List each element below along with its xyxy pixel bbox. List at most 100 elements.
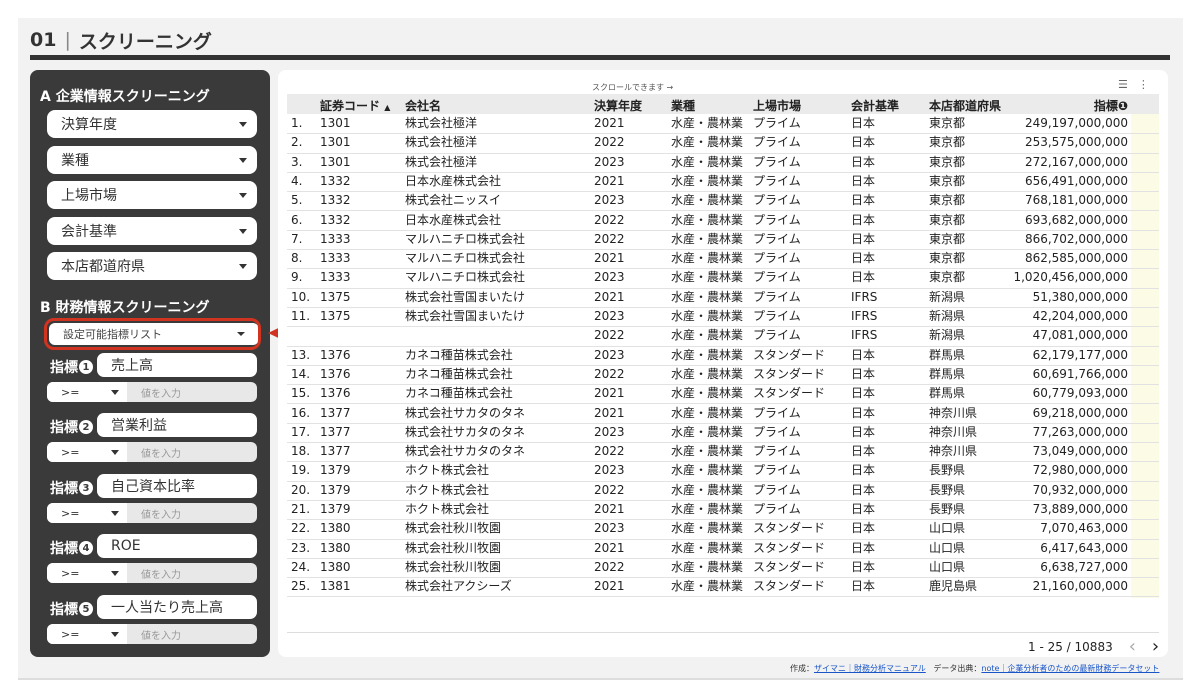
table-cell: 1375 xyxy=(320,309,351,323)
table-cell: 249,197,000,000 xyxy=(1024,116,1128,130)
metric-number: 4 xyxy=(79,541,93,555)
value-input[interactable]: 値を入力 xyxy=(127,506,181,521)
credit-source: データ出典： xyxy=(933,664,982,673)
table-cell: プライム xyxy=(753,502,801,516)
credit-source-link[interactable]: note｜企業分析者のための最新財務データセット xyxy=(981,664,1159,673)
table-cell: 日本 xyxy=(851,482,876,497)
table-cell: スタンダード xyxy=(753,386,826,401)
table-cell: 15. xyxy=(291,386,311,401)
column-header-metric[interactable]: 指標❶ xyxy=(1060,97,1128,114)
column-header[interactable]: 上場市場 xyxy=(753,97,801,114)
filter-settings-icon[interactable]: ☰ xyxy=(1118,78,1128,91)
value-input[interactable]: 値を入力 xyxy=(127,385,181,400)
table-cell: 13. xyxy=(291,347,311,362)
value-input[interactable]: 値を入力 xyxy=(127,627,181,642)
filter-dropdown[interactable]: 本店都道府県 xyxy=(47,252,257,280)
table-cell: ホクト株式会社 xyxy=(405,502,490,516)
table-cell: 19. xyxy=(291,463,311,478)
table-cell: 51,380,000,000 xyxy=(1032,289,1128,304)
table-cell: 日本 xyxy=(851,193,876,208)
filter-dropdown[interactable]: 決算年度 xyxy=(47,110,257,138)
metric-prefix: 指標 xyxy=(50,420,78,436)
metric-name-field[interactable]: 売上高 xyxy=(97,353,257,377)
table-cell: 1380 xyxy=(320,559,351,574)
table-cell: 1,020,456,000,000 xyxy=(1013,270,1128,285)
metric-name-field[interactable]: 営業利益 xyxy=(97,413,257,437)
metric-prefix: 指標 xyxy=(50,602,78,618)
table-cell: 2021 xyxy=(594,386,625,401)
table-cell: 1333 xyxy=(320,270,351,285)
filter-dropdown[interactable]: 業種 xyxy=(47,146,257,174)
column-header-label: 指標❶ xyxy=(1093,99,1128,113)
column-header[interactable]: 証券コード ▲ xyxy=(320,97,390,114)
title-divider xyxy=(30,55,1170,60)
more-options-icon[interactable]: ⋮ xyxy=(1138,78,1149,91)
column-header-label: 業種 xyxy=(671,99,696,113)
table-cell: 水産・農林業 xyxy=(671,270,744,285)
table-cell: 2021 xyxy=(594,289,625,304)
value-input[interactable]: 値を入力 xyxy=(127,566,181,581)
metric-label: 指標 5 xyxy=(50,599,93,619)
table-cell: 日本 xyxy=(851,212,876,227)
column-header[interactable]: 決算年度 xyxy=(594,97,642,114)
column-header[interactable]: 会社名 xyxy=(405,97,441,114)
table-cell: IFRS xyxy=(851,328,878,343)
next-page-icon[interactable]: › xyxy=(1152,636,1159,657)
table-cell: 1381 xyxy=(320,579,351,594)
filter-dropdown[interactable]: 会計基準 xyxy=(47,217,257,245)
table-cell: 70,932,000,000 xyxy=(1032,482,1128,497)
value-input[interactable]: 値を入力 xyxy=(127,445,181,460)
table-cell: 2022 xyxy=(594,135,625,150)
column-header[interactable]: 業種 xyxy=(671,97,695,114)
column-header-label: 会計基準 xyxy=(851,99,900,113)
column-header[interactable]: 本店都道府県 xyxy=(929,97,1001,114)
table-cell: 水産・農林業 xyxy=(671,309,744,323)
table-cell: スタンダード xyxy=(753,521,826,536)
operator-dropdown[interactable]: >= xyxy=(47,503,127,523)
table-cell: 21. xyxy=(291,502,311,516)
metric-prefix: 指標 xyxy=(50,481,78,497)
table-cell: 2023 xyxy=(594,424,625,439)
table-cell: 1377 xyxy=(320,405,351,420)
table-cell: 17. xyxy=(291,424,311,439)
operator-dropdown[interactable]: >= xyxy=(47,382,127,402)
prev-page-icon[interactable]: ‹ xyxy=(1129,636,1136,657)
table-cell: プライム xyxy=(753,482,801,497)
table-cell: 47,081,000,000 xyxy=(1032,328,1128,343)
metric-name-field[interactable]: 自己資本比率 xyxy=(97,474,257,498)
filter-dropdown[interactable]: 上場市場 xyxy=(47,181,257,209)
table-cell: 水産・農林業 xyxy=(671,482,744,497)
table-cell: 日本水産株式会社 xyxy=(405,212,502,227)
title-separator: | xyxy=(64,29,71,51)
table-cell: 東京都 xyxy=(929,173,966,188)
metric-name-field[interactable]: ROE xyxy=(97,534,257,558)
table-cell: 東京都 xyxy=(929,116,966,130)
operator-value: >= xyxy=(61,385,80,399)
operator-value: >= xyxy=(61,627,80,641)
column-header-label: 証券コード xyxy=(320,99,381,113)
table-cell: 4. xyxy=(291,173,303,188)
table-tools: ☰ ⋮ xyxy=(1118,78,1149,91)
table-cell: マルハニチロ株式会社 xyxy=(405,251,526,266)
column-header[interactable]: 会計基準 xyxy=(851,97,899,114)
metric-name-field[interactable]: 一人当たり売上高 xyxy=(97,595,257,619)
operator-dropdown[interactable]: >= xyxy=(47,442,127,462)
table-cell: 11. xyxy=(291,309,311,323)
operator-dropdown[interactable]: >= xyxy=(47,563,127,583)
table-cell: 群馬県 xyxy=(929,347,966,362)
column-header-label: 上場市場 xyxy=(753,99,802,113)
credit-made-by-link[interactable]: ザイマニ｜財務分析マニュアル xyxy=(814,664,926,673)
table-cell: 9. xyxy=(291,270,303,285)
table-cell: 水産・農林業 xyxy=(671,193,744,208)
table-cell: 1375 xyxy=(320,289,351,304)
chevron-down-icon xyxy=(111,510,119,516)
column-header-label: 本店都道府県 xyxy=(929,99,1002,113)
table-cell: 656,491,000,000 xyxy=(1024,173,1128,188)
operator-dropdown[interactable]: >= xyxy=(47,624,127,644)
credit-line: 作成：ザイマニ｜財務分析マニュアル データ出典：note｜企業分析者のための最新… xyxy=(790,663,1159,674)
table-cell: 株式会社秋川牧園 xyxy=(405,559,502,574)
table-cell: 1. xyxy=(291,116,303,130)
table-cell: 水産・農林業 xyxy=(671,521,744,536)
table-cell: 東京都 xyxy=(929,270,966,285)
metric-condition: >= 値を入力 xyxy=(47,503,257,523)
